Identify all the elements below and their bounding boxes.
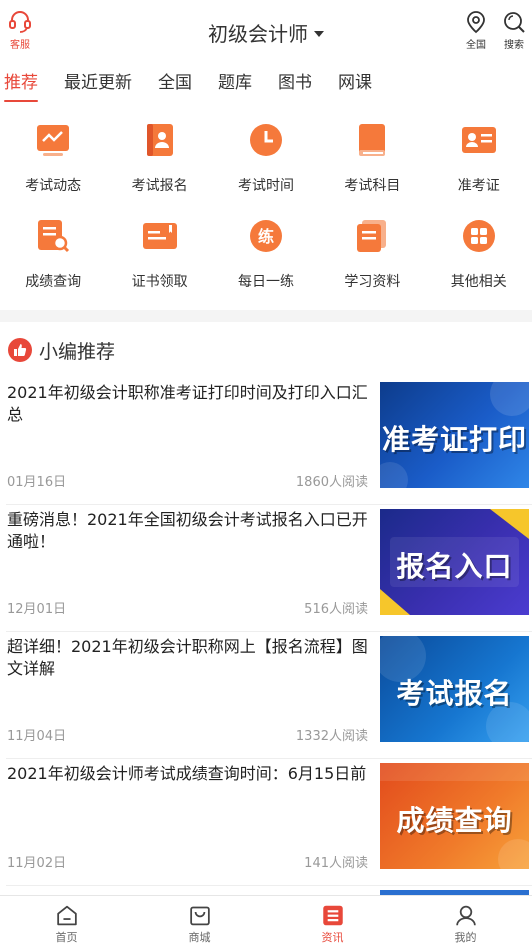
user-icon [455,905,476,926]
practice-icon: 练 [246,216,286,256]
search-label: 搜索 [504,40,524,51]
feature-grid: 考试动态 考试报名 考试时间 考试科目 准考证 成绩查询 证书领取 练 每日一练… [0,112,532,302]
tab-books[interactable]: 图书 [278,64,312,104]
caret-down-icon [314,30,324,37]
grid-item-daily-practice[interactable]: 练 每日一练 [213,208,319,302]
grid-item-label: 其他相关 [450,274,507,290]
list-item[interactable]: 2021年初级会计师考试成绩查询时间：6月15日前 11月02日 141人阅读 … [6,759,532,886]
article-thumbnail: 准考证打印 [380,382,529,488]
nav-news[interactable]: 资讯 [266,896,399,945]
article-title: 重磅消息！2021年全国初级会计考试报名入口已开通啦！ [7,510,368,551]
article-list: 2021年初级会计职称准考证打印时间及打印入口汇总 01月16日 1860人阅读… [0,378,532,886]
grid-item-score-query[interactable]: 成绩查询 [0,208,106,302]
contact-book-icon [140,120,180,160]
tab-online-courses[interactable]: 网课 [338,64,372,104]
tab-recommend[interactable]: 推荐 [4,64,38,104]
nav-label: 资讯 [321,931,344,944]
news-icon [322,905,343,926]
app-header: 客服 初级会计师 全国 搜索 [0,0,532,64]
grid-item-exam-subjects[interactable]: 考试科目 [319,112,425,208]
article-thumbnail: 报名入口 [380,509,529,615]
thumbnail-text: 考试报名 [396,677,513,710]
article-date: 12月01日 [7,602,67,617]
document-search-icon [33,216,73,256]
article-date: 11月04日 [7,729,67,744]
article-read-count: 1860人阅读 [295,475,368,490]
thumbnail-text: 准考证打印 [381,423,527,456]
region-label: 全国 [466,40,486,51]
clock-icon [246,120,286,160]
trend-chart-icon [33,120,73,160]
article-title: 超详细！2021年初级会计职称网上【报名流程】图文详解 [7,637,368,678]
grid-item-label: 成绩查询 [25,274,82,290]
article-date: 01月16日 [7,475,67,490]
tab-nationwide[interactable]: 全国 [158,64,192,104]
article-thumbnail: 考试报名 [380,636,529,742]
article-read-count: 141人阅读 [304,856,368,871]
grid-item-label: 考试报名 [131,178,188,194]
list-item[interactable]: 2021年初级会计职称准考证打印时间及打印入口汇总 01月16日 1860人阅读… [6,378,532,505]
grid-item-label: 学习资料 [344,274,401,290]
nav-label: 我的 [454,931,477,944]
home-icon [56,905,77,926]
thumbs-up-icon [8,338,32,362]
tab-question-bank[interactable]: 题库 [218,64,252,104]
grid-item-label: 考试时间 [237,178,294,194]
documents-icon [352,216,392,256]
nav-label: 商城 [188,931,211,944]
grid-item-label: 准考证 [457,178,500,194]
nav-mine[interactable]: 我的 [399,896,532,945]
thumbnail-text: 报名入口 [396,550,513,583]
section-divider [0,310,532,322]
thumbnail-text: 成绩查询 [396,804,513,837]
search-button[interactable]: 搜索 [500,10,528,51]
tab-recent-updates[interactable]: 最近更新 [64,64,132,104]
nav-label: 首页 [55,931,78,944]
article-read-count: 516人阅读 [304,602,368,617]
region-button[interactable]: 全国 [462,10,490,51]
section-title: 小编推荐 [39,340,116,363]
category-tabs: 推荐 最近更新 全国 题库 图书 网课 [0,64,532,104]
grid-apps-icon [459,216,499,256]
grid-item-label: 考试科目 [344,178,401,194]
grid-item-label: 每日一练 [237,274,294,290]
grid-item-others[interactable]: 其他相关 [426,208,532,302]
list-item[interactable]: 超详细！2021年初级会计职称网上【报名流程】图文详解 11月04日 1332人… [6,632,532,759]
book-icon [352,120,392,160]
grid-item-study-materials[interactable]: 学习资料 [319,208,425,302]
shopping-bag-icon [189,906,210,926]
grid-item-label: 证书领取 [131,274,188,290]
certificate-icon [140,216,180,256]
grid-item-label: 考试动态 [25,178,82,194]
exam-selector[interactable]: 初级会计师 [0,18,532,47]
article-thumbnail: 成绩查询 [380,763,529,869]
grid-item-admission-ticket[interactable]: 准考证 [426,112,532,208]
page-title: 初级会计师 [208,22,308,46]
article-date: 11月02日 [7,856,67,871]
id-card-icon [459,120,499,160]
location-pin-icon [467,11,485,34]
list-item[interactable]: 重磅消息！2021年全国初级会计考试报名入口已开通啦！ 12月01日 516人阅… [6,505,532,632]
grid-item-exam-registration[interactable]: 考试报名 [106,112,212,208]
bottom-nav: 首页 商城 资讯 我的 [0,895,532,945]
grid-item-exam-time[interactable]: 考试时间 [213,112,319,208]
nav-home[interactable]: 首页 [0,896,133,945]
svg-text:练: 练 [258,227,274,246]
grid-item-certificate[interactable]: 证书领取 [106,208,212,302]
article-read-count: 1332人阅读 [295,729,368,744]
nav-mall[interactable]: 商城 [133,896,266,945]
article-title: 2021年初级会计师考试成绩查询时间：6月15日前 [7,764,367,783]
search-icon [504,12,525,33]
article-title: 2021年初级会计职称准考证打印时间及打印入口汇总 [7,383,368,424]
grid-item-exam-news[interactable]: 考试动态 [0,112,106,208]
recommend-section-header: 小编推荐 [0,330,532,370]
